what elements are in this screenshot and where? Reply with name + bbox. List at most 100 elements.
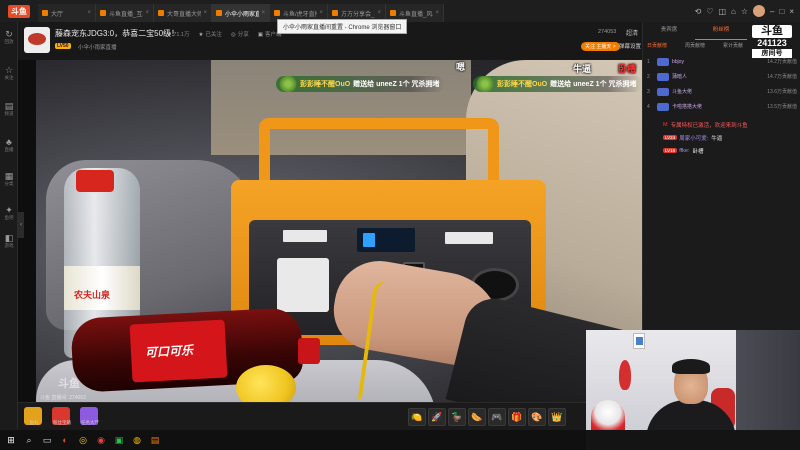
gift-slot[interactable]: 🎁 (508, 408, 526, 426)
gift-slot[interactable]: 👑 (548, 408, 566, 426)
tab-close-icon[interactable]: × (377, 10, 381, 16)
gift-slot[interactable]: 🚀 (428, 408, 446, 426)
rank-number: 4 (647, 103, 650, 110)
dock-icon: ↻ (5, 29, 13, 39)
dock-item[interactable]: ◧ 游戏 (0, 234, 18, 249)
windows-taskbar: ⊞ ⌕ ▭ ◐ ◎ ◉ ▣ ◍ ▤ (0, 430, 586, 450)
room-stat[interactable]: ♥ 71.1万 (168, 30, 189, 38)
favicon-icon (158, 10, 164, 16)
taskbar-app-icon[interactable]: ◐ (58, 433, 72, 447)
dock-collapse-button[interactable]: ‹ (18, 212, 24, 238)
room-stat[interactable]: ◎ 分享 (231, 30, 249, 38)
dock-label: 频道 (4, 111, 14, 116)
rank-badge-icon (657, 87, 669, 96)
rank-row[interactable]: 4 卡啦搭搭大佬 13.5万贡献值 (643, 99, 800, 114)
taskbar-app-icon[interactable]: ◎ (76, 433, 90, 447)
chat-sys-text: 专属特权已激活，欢迎来到斗鱼 (670, 122, 748, 129)
tab-close-icon[interactable]: × (87, 10, 91, 16)
window-controls: ⟲ ♡ ◫ ⌂ ☆ – □ × (695, 0, 800, 22)
chat-message[interactable]: LV24 周家小可爱: 牛逼 (643, 131, 800, 144)
chat-message[interactable]: LV16 ffke: 卧槽 (643, 144, 800, 157)
tab-title: 斗鱼/虎牙直播助手 (283, 11, 317, 18)
player-gift-button[interactable]: 粉丝宝箱 (52, 407, 71, 425)
taskbar-app-icon[interactable]: ▤ (148, 433, 162, 447)
tab-tooltip: 小伞小雨家直播间重置 - Chrome 浏览器窗口 (277, 19, 408, 34)
follow-button[interactable]: 关注 主播天 > (581, 42, 620, 51)
shirt-icon[interactable]: ◫ (718, 7, 726, 16)
chat-username[interactable]: 周家小可爱: (679, 134, 708, 142)
chat-message[interactable]: M 专属特权已激活，欢迎来到斗鱼 (643, 118, 800, 131)
gift-banner-text: 赠送给 uneeZ 1个 咒杀拥堵 (353, 81, 440, 88)
tab-close-icon[interactable]: × (261, 10, 265, 16)
gift-slot[interactable]: 🎮 (488, 408, 506, 426)
stat-value: 已关注 (205, 32, 222, 38)
taskbar-app-icon[interactable]: ◉ (94, 433, 108, 447)
lemon (236, 365, 296, 402)
rank-tab[interactable]: 粉丝榜 (695, 22, 747, 40)
player-gift-button[interactable]: 鱼丸 (24, 407, 42, 425)
dock-item[interactable]: ▦ 分类 (0, 172, 18, 187)
room-subtitle[interactable]: 小伞小雨家直播 (78, 43, 117, 51)
streamer-avatar[interactable] (24, 27, 50, 53)
taskbar-app-icon[interactable]: ▭ (40, 433, 54, 447)
rank-score: 13.5万贡献值 (767, 104, 797, 110)
gift-slot[interactable]: 🎨 (528, 408, 546, 426)
browser-tab[interactable]: 大哥直播大师_虎牙直播× (154, 4, 212, 22)
taskbar-app-icon[interactable]: ⌕ (22, 433, 36, 447)
rank-subtab[interactable]: 日贡献榜 (647, 42, 667, 49)
room-stat[interactable]: ★ 已关注 (198, 30, 221, 38)
rank-subtab[interactable]: 周贡献榜 (685, 42, 705, 49)
dock-item[interactable]: ☆ 关注 (0, 66, 18, 81)
user-avatar[interactable] (753, 5, 766, 17)
rank-subtab[interactable]: 累计贡献 (723, 42, 743, 49)
taskbar-app-icon[interactable]: ⊞ (4, 433, 18, 447)
maximize-icon[interactable]: □ (779, 7, 784, 16)
cam-rocket-toy (591, 400, 625, 430)
room-title: 藤森宠东JDG3:0，恭喜二宝50级！ (55, 29, 180, 38)
rank-score: 14.2万贡献值 (767, 59, 797, 65)
gift-slot[interactable]: 🦆 (448, 408, 466, 426)
dock-item[interactable]: ♣ 直播 (0, 138, 18, 153)
dock-item[interactable]: ↻ 回放 (0, 30, 18, 45)
gift-banner-user: 彭彭睡不醒OuO (300, 81, 351, 88)
gift-icon[interactable]: ⌂ (731, 7, 736, 16)
rank-row[interactable]: 1 bbjoy 14.2万贡献值 (643, 54, 800, 69)
dock-label: 回放 (4, 39, 14, 44)
browser-tab[interactable]: 小伞小雨家直播间重置× (212, 4, 270, 22)
browser-tab[interactable]: 斗鱼直播_互联网直播× (96, 4, 154, 22)
gift-slot[interactable]: 🌭 (468, 408, 486, 426)
close-icon[interactable]: × (789, 7, 794, 16)
history-icon[interactable]: ⟲ (695, 7, 702, 16)
tab-title: 大哥直播大师_虎牙直播 (167, 11, 201, 18)
room-number: 241123 (757, 38, 787, 48)
rank-row[interactable]: 2 蒲暗人 14.7万贡献值 (643, 69, 800, 84)
dock-label: 游戏 (4, 243, 14, 248)
video-player[interactable]: 斗鱼 斗鱼 直播间: 274053 彭彭睡不醒OuO赠送给 uneeZ 1个 咒… (18, 60, 642, 402)
tab-close-icon[interactable]: × (145, 10, 149, 16)
taskbar-app-icon[interactable]: ▣ (112, 433, 126, 447)
rank-tab[interactable]: 贵宾席 (643, 22, 695, 40)
browser-tab[interactable]: 大厅 × (38, 4, 96, 22)
quality-select[interactable]: 超清 (626, 28, 638, 37)
danmu-message: 牛逼 (573, 64, 592, 74)
gift-slot[interactable]: 🍋 (408, 408, 426, 426)
dock-item[interactable]: ✦ 鱼吧 (0, 206, 18, 221)
dock-icon: ♣ (6, 137, 12, 147)
taskbar-app-icon[interactable]: ◍ (130, 433, 144, 447)
rank-score: 14.7万贡献值 (767, 74, 797, 80)
gift-banner-user: 彭彭睡不醒OuO (497, 81, 548, 88)
gift-banner-icon (475, 76, 495, 92)
tab-close-icon[interactable]: × (319, 10, 323, 16)
cam-picture-frame (633, 333, 645, 349)
player-gift-button[interactable]: 任务大厅 (80, 407, 99, 425)
dock-item[interactable]: ▤ 频道 (0, 102, 18, 117)
minimize-icon[interactable]: – (770, 7, 774, 16)
tab-close-icon[interactable]: × (203, 10, 207, 16)
star-icon[interactable]: ☆ (741, 7, 748, 16)
rank-row[interactable]: 3 斗鱼大佬 13.6万贡献值 (643, 84, 800, 99)
bell-icon[interactable]: ♡ (706, 7, 713, 16)
app-logo[interactable]: 斗鱼 (0, 0, 38, 22)
tab-close-icon[interactable]: × (435, 10, 439, 16)
chat-username[interactable]: ffke: (679, 148, 689, 154)
danmu-setting[interactable]: 弹幕设置 (619, 42, 641, 50)
